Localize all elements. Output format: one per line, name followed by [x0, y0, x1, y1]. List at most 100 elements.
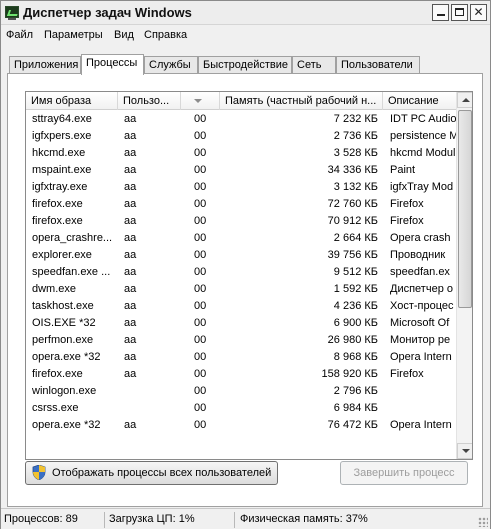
process-row[interactable]: igfxtray.exe aa 00 3 132 КБ igfxTray Mod: [26, 179, 456, 196]
process-memory: 9 512 КБ: [333, 266, 378, 278]
process-name: sttray64.exe: [32, 113, 92, 125]
process-cpu: 00: [194, 419, 207, 431]
tab-network[interactable]: Сеть: [292, 56, 336, 74]
process-user: aa: [124, 232, 137, 244]
column-memory[interactable]: Память (частный рабочий н...: [220, 92, 383, 110]
process-description: Firefox: [390, 198, 424, 210]
monitor-stand-icon: [8, 18, 16, 20]
scrollbar-thumb[interactable]: [458, 110, 472, 308]
process-description: Хост-процес: [390, 300, 454, 312]
process-cpu: 00: [194, 164, 207, 176]
process-description: Firefox: [390, 215, 424, 227]
menu-options[interactable]: Параметры: [44, 29, 103, 41]
process-name: opera_crashre...: [32, 232, 113, 244]
tab-processes[interactable]: Процессы: [81, 54, 144, 75]
process-row[interactable]: perfmon.exe aa 00 26 980 КБ Монитор ре: [26, 332, 456, 349]
process-row[interactable]: firefox.exe aa 00 158 920 КБ Firefox: [26, 366, 456, 383]
process-description: hkcmd Modul: [390, 147, 456, 159]
process-name: firefox.exe: [32, 198, 83, 210]
menu-view[interactable]: Вид: [114, 29, 134, 41]
process-row[interactable]: opera_crashre... aa 00 2 664 КБ Opera crash: [26, 230, 456, 247]
end-process-button[interactable]: Завершить процесс: [340, 461, 468, 485]
process-memory: 34 336 КБ: [327, 164, 378, 176]
process-row[interactable]: opera.exe *32 aa 00 76 472 КБ Opera Intern: [26, 417, 456, 434]
process-row[interactable]: firefox.exe aa 00 70 912 КБ Firefox: [26, 213, 456, 230]
task-manager-window: Диспетчер задач Windows ✕ Файл Параметры…: [0, 0, 491, 529]
process-user: aa: [124, 164, 137, 176]
resize-grip-icon[interactable]: [478, 517, 488, 527]
process-row[interactable]: dwm.exe aa 00 1 592 КБ Диспетчер о: [26, 281, 456, 298]
process-cpu: 00: [194, 300, 207, 312]
tab-performance[interactable]: Быстродействие: [198, 56, 292, 74]
tab-applications[interactable]: Приложения: [9, 56, 81, 74]
process-memory: 26 980 КБ: [327, 334, 378, 346]
process-name: explorer.exe: [32, 249, 92, 261]
process-row[interactable]: hkcmd.exe aa 00 3 528 КБ hkcmd Modul: [26, 145, 456, 162]
show-all-users-label: Отображать процессы всех пользователей: [52, 467, 272, 479]
process-row[interactable]: sttray64.exe aa 00 7 232 КБ IDT PC Audio: [26, 111, 456, 128]
tab-services[interactable]: Службы: [144, 56, 198, 74]
process-memory: 39 756 КБ: [327, 249, 378, 261]
process-row[interactable]: opera.exe *32 aa 00 8 968 КБ Opera Intern: [26, 349, 456, 366]
process-memory: 3 528 КБ: [333, 147, 378, 159]
column-description[interactable]: Описание: [383, 92, 456, 110]
title-bar[interactable]: Диспетчер задач Windows ✕: [1, 1, 490, 25]
process-description: persistence M: [390, 130, 456, 142]
scroll-up-button[interactable]: [457, 92, 472, 108]
tab-strip: Приложения Процессы Службы Быстродействи…: [1, 54, 490, 75]
process-description: IDT PC Audio: [390, 113, 456, 125]
process-cpu: 00: [194, 113, 207, 125]
process-description: Paint: [390, 164, 416, 176]
process-cpu: 00: [194, 181, 207, 193]
process-cpu: 00: [194, 334, 207, 346]
process-row[interactable]: speedfan.exe ... aa 00 9 512 КБ speedfan.ex: [26, 264, 456, 281]
column-image-name[interactable]: Имя образа: [26, 92, 118, 110]
process-row[interactable]: mspaint.exe aa 00 34 336 КБ Paint: [26, 162, 456, 179]
process-description: Проводник: [390, 249, 446, 261]
process-memory: 7 232 КБ: [333, 113, 378, 125]
minimize-button[interactable]: [432, 4, 449, 21]
process-user: aa: [124, 266, 137, 278]
process-cpu: 00: [194, 351, 207, 363]
process-memory: 6 900 КБ: [333, 317, 378, 329]
process-description: igfxTray Mod: [390, 181, 454, 193]
process-user: aa: [124, 368, 137, 380]
scroll-down-button[interactable]: [457, 443, 472, 459]
menu-help[interactable]: Справка: [144, 29, 187, 41]
process-cpu: 00: [194, 130, 207, 142]
process-row[interactable]: igfxpers.exe aa 00 2 736 КБ persistence M: [26, 128, 456, 145]
process-name: opera.exe *32: [32, 351, 101, 363]
process-row[interactable]: taskhost.exe aa 00 4 236 КБ Хост-процес: [26, 298, 456, 315]
menu-file[interactable]: Файл: [6, 29, 33, 41]
process-name: opera.exe *32: [32, 419, 101, 431]
process-description: speedfan.ex: [390, 266, 450, 278]
process-name: igfxpers.exe: [32, 130, 92, 142]
process-row[interactable]: OIS.EXE *32 aa 00 6 900 КБ Microsoft Of: [26, 315, 456, 332]
process-list[interactable]: Имя образа Пользо... Память (частный раб…: [25, 91, 473, 460]
status-cpu-usage: Загрузка ЦП: 1%: [107, 512, 235, 528]
process-name: taskhost.exe: [32, 300, 94, 312]
process-cpu: 00: [194, 249, 207, 261]
process-name: firefox.exe: [32, 368, 83, 380]
tab-users[interactable]: Пользователи: [336, 56, 420, 74]
process-cpu: 00: [194, 385, 207, 397]
vertical-scrollbar[interactable]: [456, 92, 472, 459]
process-row[interactable]: csrss.exe 00 6 984 КБ: [26, 400, 456, 417]
column-cpu[interactable]: [181, 92, 220, 110]
process-description: Firefox: [390, 368, 424, 380]
process-memory: 72 760 КБ: [327, 198, 378, 210]
process-user: aa: [124, 351, 137, 363]
close-button[interactable]: ✕: [470, 4, 487, 21]
show-all-users-processes-button[interactable]: Отображать процессы всех пользователей: [25, 461, 278, 485]
process-row[interactable]: explorer.exe aa 00 39 756 КБ Проводник: [26, 247, 456, 264]
maximize-button[interactable]: [451, 4, 468, 21]
process-row[interactable]: winlogon.exe 00 2 796 КБ: [26, 383, 456, 400]
process-memory: 76 472 КБ: [327, 419, 378, 431]
process-row[interactable]: firefox.exe aa 00 72 760 КБ Firefox: [26, 196, 456, 213]
process-name: hkcmd.exe: [32, 147, 86, 159]
column-user[interactable]: Пользо...: [118, 92, 181, 110]
process-cpu: 00: [194, 317, 207, 329]
process-memory: 70 912 КБ: [327, 215, 378, 227]
process-user: aa: [124, 283, 137, 295]
process-memory: 2 664 КБ: [333, 232, 378, 244]
